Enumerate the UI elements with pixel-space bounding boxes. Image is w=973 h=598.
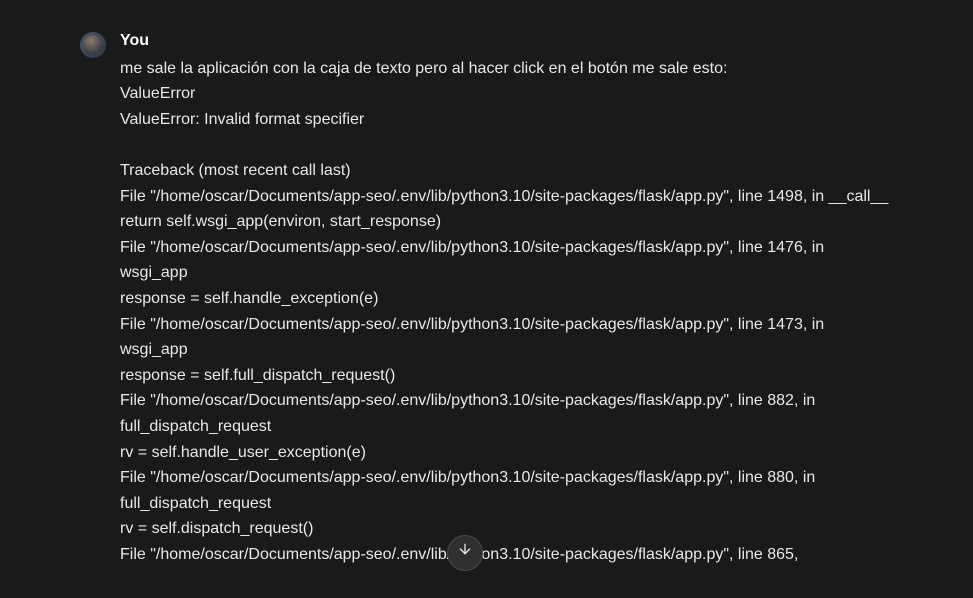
user-message: You me sale la aplicación con la caja de… <box>0 0 973 567</box>
message-content: You me sale la aplicación con la caja de… <box>120 28 893 567</box>
arrow-down-icon <box>457 540 473 566</box>
scroll-to-bottom-button[interactable] <box>447 535 483 571</box>
avatar <box>80 32 106 58</box>
message-body: me sale la aplicación con la caja de tex… <box>120 56 893 568</box>
author-label: You <box>120 28 893 54</box>
